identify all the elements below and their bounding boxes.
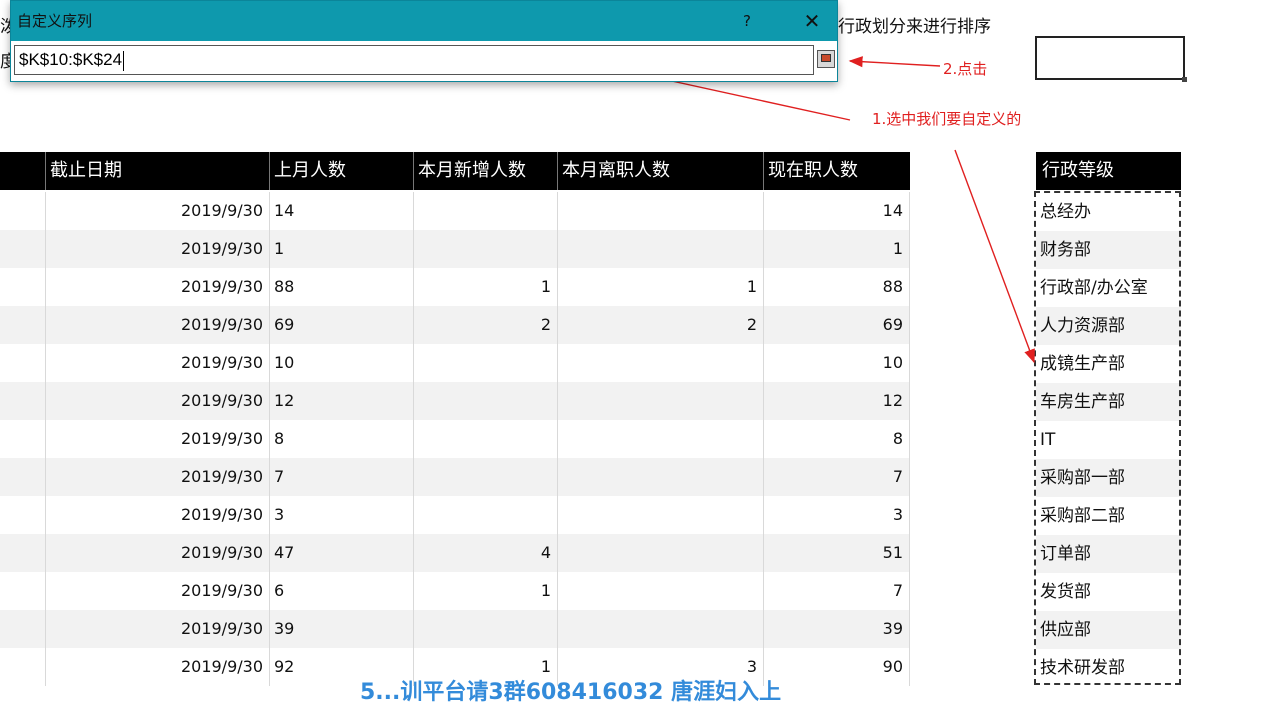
- text-caret: [123, 50, 125, 71]
- annotation-step-1: 1.选中我们要自定义的: [872, 110, 1022, 128]
- watermark-text: 5...训平台请3群608416032 唐涯妇入上: [360, 680, 782, 705]
- custom-series-dialog: 自定义序列 ? ✕ $K$10:$K$24: [10, 0, 838, 82]
- dialog-title: 自定义序列: [17, 12, 93, 30]
- annotation-step-2: 2.点击: [943, 60, 988, 78]
- range-input[interactable]: $K$10:$K$24: [14, 45, 814, 75]
- annotation-arrows: [583, 56, 1035, 364]
- close-button[interactable]: ✕: [799, 1, 825, 41]
- help-button[interactable]: ?: [735, 1, 759, 41]
- range-select-icon: [821, 54, 831, 62]
- arrow-to-list: [954, 149, 1035, 364]
- dialog-titlebar[interactable]: 自定义序列 ? ✕: [11, 1, 837, 41]
- range-input-value: $K$10:$K$24: [19, 50, 123, 69]
- arrow-to-collapse: [848, 56, 941, 68]
- collapse-dialog-button[interactable]: [817, 50, 835, 68]
